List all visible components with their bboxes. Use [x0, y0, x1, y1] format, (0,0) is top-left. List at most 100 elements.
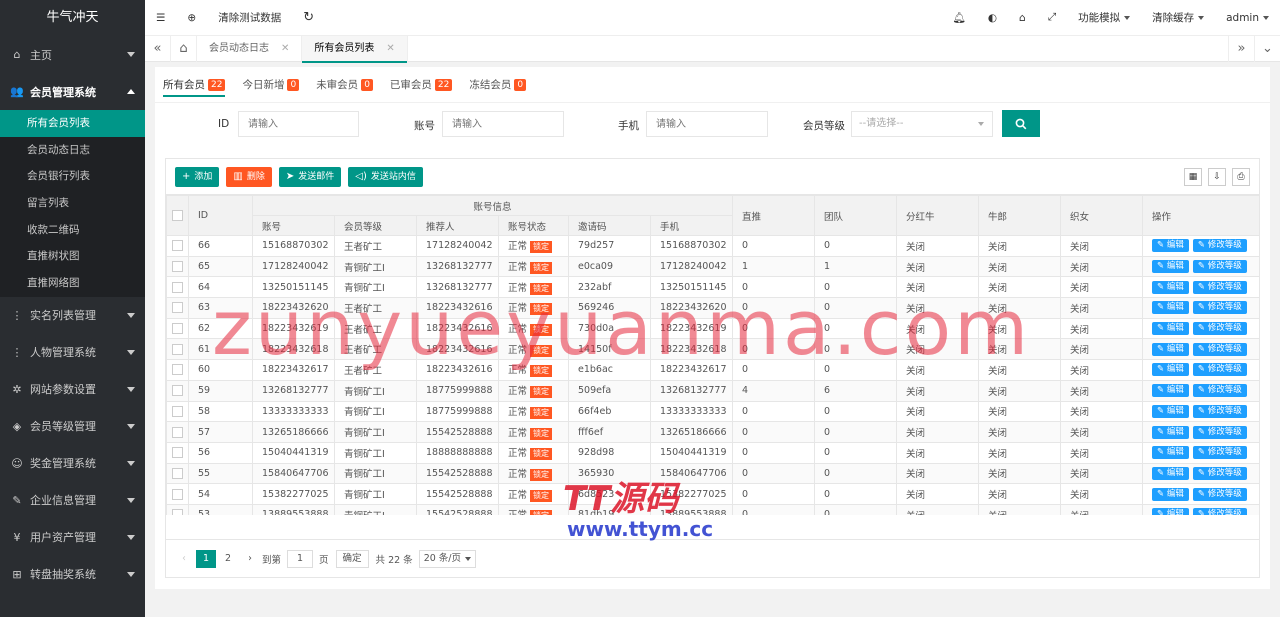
tab-member-log[interactable]: 会员动态日志 ✕ — [197, 35, 303, 62]
table-row[interactable]: 56 15040441319 青铜矿工Ⅰ 18888888888 正常 锁定 928d98 1… — [166, 441, 1259, 464]
table-row[interactable]: 58 13333333333 青铜矿工Ⅰ 18775999888 正常 锁定 66f4eb 1… — [166, 400, 1259, 423]
filter-tab[interactable]: 所有会员 22 — [163, 67, 226, 103]
col-level[interactable]: 会员等级 — [334, 215, 417, 236]
function-sim-menu[interactable]: 功能模拟 — [1067, 0, 1141, 36]
lock-status-button[interactable]: 锁定 — [530, 241, 553, 254]
row-checkbox[interactable] — [172, 509, 183, 515]
lock-status-button[interactable]: 锁定 — [530, 303, 553, 316]
edit-button[interactable]: ✎ 编辑 — [1152, 466, 1189, 480]
edit-button[interactable]: ✎ 编辑 — [1152, 260, 1189, 274]
row-checkbox[interactable] — [172, 385, 183, 397]
columns-filter-icon[interactable]: ▦ — [1184, 167, 1202, 186]
phone-input[interactable] — [646, 111, 768, 137]
filter-tab[interactable]: 未审会员 0 — [316, 67, 373, 103]
tabs-scroll-right-icon[interactable]: » — [1228, 35, 1254, 62]
row-checkbox[interactable] — [172, 488, 183, 500]
col-status[interactable]: 账号状态 — [498, 215, 569, 236]
lock-status-button[interactable]: 锁定 — [530, 386, 553, 399]
home-tab-icon[interactable]: ⌂ — [171, 35, 197, 62]
col-dividend-ox[interactable]: 分红牛 — [896, 195, 980, 236]
menu-toggle-icon[interactable]: ☰ — [145, 0, 176, 36]
edit-button[interactable]: ✎ 编辑 — [1152, 446, 1189, 460]
close-icon[interactable]: ✕ — [386, 43, 394, 54]
refresh-icon[interactable]: ↻ — [292, 0, 325, 36]
edit-button[interactable]: ✎ 编辑 — [1152, 404, 1189, 418]
tabs-menu-chevron-icon[interactable]: ⌄ — [1254, 35, 1280, 62]
select-all-checkbox[interactable] — [172, 210, 183, 221]
col-id[interactable]: ID — [188, 195, 253, 236]
id-input[interactable] — [238, 111, 359, 137]
table-row[interactable]: 60 18223432617 王者矿工 18223432616 正常 锁定 e1b6ac 18… — [166, 359, 1259, 381]
row-checkbox[interactable] — [172, 240, 183, 252]
edit-button[interactable]: ✎ 编辑 — [1152, 280, 1189, 294]
sidebar-subitem[interactable]: 会员银行列表 — [0, 163, 145, 190]
row-checkbox[interactable] — [172, 426, 183, 438]
lock-status-button[interactable]: 锁定 — [530, 427, 553, 440]
edit-level-button[interactable]: ✎ 修改等级 — [1192, 487, 1247, 501]
level-select[interactable]: --请选择-- — [851, 111, 993, 137]
table-row[interactable]: 62 18223432619 王者矿工 18223432616 正常 锁定 730d0a 18… — [166, 317, 1259, 340]
search-button[interactable] — [1002, 110, 1040, 137]
tab-all-members[interactable]: 所有会员列表 ✕ — [302, 35, 408, 63]
sidebar-item-list[interactable]: ⋮ 实名列表管理 — [0, 297, 145, 334]
goto-confirm-button[interactable]: 确定 — [335, 549, 369, 568]
next-page-icon[interactable]: › — [240, 550, 260, 568]
edit-level-button[interactable]: ✎ 修改等级 — [1192, 446, 1247, 460]
edit-level-button[interactable]: ✎ 修改等级 — [1192, 322, 1247, 336]
sidebar-subitem[interactable]: 所有会员列表 — [0, 110, 145, 137]
send-message-button[interactable]: ◁) 发送站内信 — [348, 166, 423, 187]
sidebar-item-edit[interactable]: ✎ 企业信息管理 — [0, 482, 145, 519]
theme-icon[interactable]: ◐ — [977, 0, 1008, 36]
edit-level-button[interactable]: ✎ 修改等级 — [1192, 384, 1247, 398]
table-row[interactable]: 53 13889553888 青铜矿工Ⅰ 15542528888 正常锁定 81db19 1… — [166, 503, 1259, 515]
edit-button[interactable]: ✎ 编辑 — [1152, 239, 1189, 253]
table-row[interactable]: 59 13268132777 青铜矿工Ⅰ 18775999888 正常 锁定 509efa 1… — [166, 379, 1259, 402]
edit-button[interactable]: ✎ 编辑 — [1152, 322, 1189, 336]
col-account[interactable]: 账号 — [252, 215, 335, 236]
sidebar-subitem[interactable]: 直推树状图 — [0, 243, 145, 270]
filter-tab[interactable]: 已审会员 22 — [390, 67, 453, 103]
lock-status-button[interactable]: 锁定 — [530, 510, 553, 515]
table-scroll-area[interactable]: ID 账号信息 直推 团队 分红牛 牛郎 织女 操作 账号 会员等级 推荐人 账… — [166, 195, 1259, 515]
page-size-select[interactable]: 20 条/页 — [418, 549, 476, 568]
fullscreen-icon[interactable]: ⤢ — [1037, 0, 1067, 36]
edit-level-button[interactable]: ✎ 修改等级 — [1192, 466, 1247, 480]
table-row[interactable]: 54 15382277025 青铜矿工Ⅰ 15542528888 正常 锁定 6d8523 1… — [166, 483, 1259, 505]
table-row[interactable]: 63 18223432620 王者矿工 18223432616 正常 锁定 569246 18… — [166, 297, 1259, 319]
row-checkbox[interactable] — [172, 467, 183, 479]
edit-level-button[interactable]: ✎ 修改等级 — [1192, 301, 1247, 315]
filter-tab[interactable]: 今日新增 0 — [242, 67, 300, 103]
row-checkbox[interactable] — [172, 323, 183, 335]
account-input[interactable] — [442, 111, 564, 137]
edit-button[interactable]: ✎ 编辑 — [1152, 301, 1189, 315]
table-row[interactable]: 55 15840647706 青铜矿工Ⅰ 15542528888 正常 锁定 365930 1… — [166, 462, 1259, 485]
sidebar-item-yen[interactable]: ¥ 用户资产管理 — [0, 519, 145, 556]
lock-status-button[interactable]: 锁定 — [530, 489, 553, 502]
close-icon[interactable]: ✕ — [281, 43, 289, 54]
lock-status-button[interactable]: 锁定 — [530, 344, 553, 357]
col-weaver[interactable]: 织女 — [1060, 195, 1144, 236]
sidebar-item-home[interactable]: ⌂ 主页 — [0, 36, 145, 73]
edit-button[interactable]: ✎ 编辑 — [1152, 508, 1189, 515]
delete-button[interactable]: ▥ 删除 — [226, 166, 272, 187]
sidebar-subitem[interactable]: 收款二维码 — [0, 217, 145, 244]
row-checkbox[interactable] — [172, 447, 183, 459]
table-row[interactable]: 66 15168870302 王者矿工 17128240042 正常 锁定 79d257 15… — [166, 235, 1259, 257]
table-row[interactable]: 61 18223432618 王者矿工 18223432616 正常 锁定 14150f 18… — [166, 338, 1259, 361]
sidebar-item-person[interactable]: ⋮ 人物管理系统 — [0, 334, 145, 371]
add-button[interactable]: + 添加 — [175, 166, 220, 187]
lock-status-button[interactable]: 锁定 — [530, 468, 553, 481]
col-direct[interactable]: 直推 — [732, 195, 816, 236]
col-team[interactable]: 团队 — [814, 195, 898, 236]
edit-level-button[interactable]: ✎ 修改等级 — [1192, 425, 1247, 439]
edit-level-button[interactable]: ✎ 修改等级 — [1192, 342, 1247, 356]
lock-status-button[interactable]: 锁定 — [530, 365, 553, 378]
edit-button[interactable]: ✎ 编辑 — [1152, 425, 1189, 439]
tabs-scroll-left-icon[interactable]: « — [145, 35, 171, 62]
filter-tab[interactable]: 冻结会员 0 — [469, 67, 527, 103]
row-checkbox[interactable] — [172, 281, 183, 293]
sidebar-subitem[interactable]: 会员动态日志 — [0, 137, 145, 164]
lock-status-button[interactable]: 锁定 — [530, 448, 553, 461]
edit-level-button[interactable]: ✎ 修改等级 — [1192, 508, 1247, 515]
page-1[interactable]: 1 — [196, 549, 216, 568]
